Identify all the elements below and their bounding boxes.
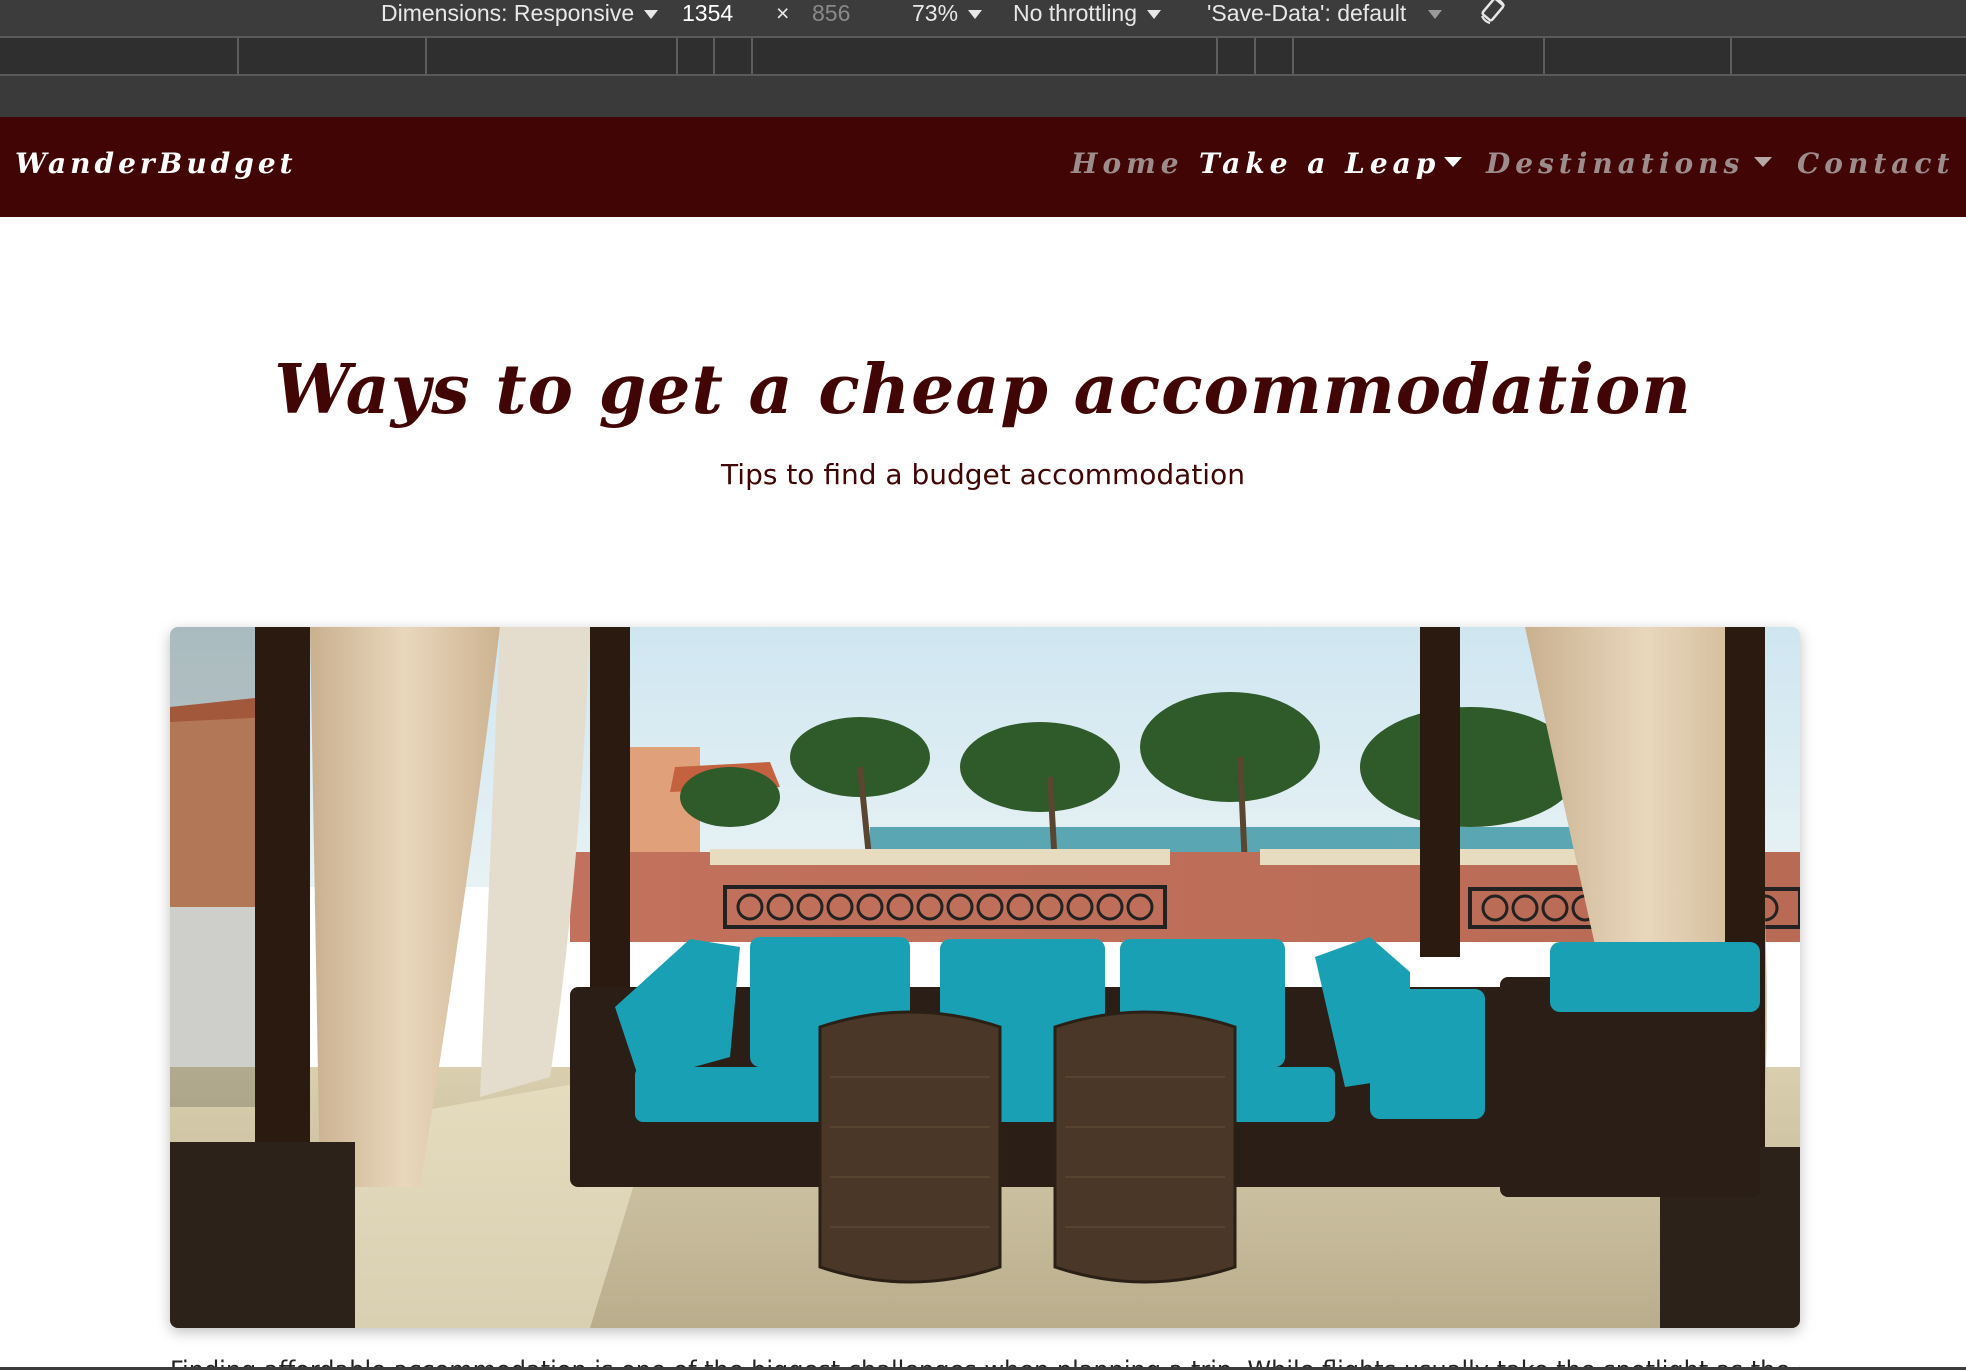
chevron-down-icon	[968, 10, 983, 20]
chevron-down-icon	[1428, 10, 1443, 20]
save-data-select[interactable]: 'Save-Data': default	[1207, 0, 1443, 26]
ruler-tick	[425, 38, 427, 74]
ruler-tick	[751, 38, 753, 74]
page-title: Ways to get a cheap accommodation	[274, 350, 1692, 430]
throttling-select[interactable]: No throttling	[1013, 0, 1162, 26]
width-input[interactable]: 1354	[682, 0, 733, 26]
ruler-tick	[1730, 38, 1732, 74]
ruler-tick	[713, 38, 715, 74]
page-subtitle: Tips to find a budget accommodation	[721, 458, 1245, 491]
terrace-photo	[170, 627, 1800, 1328]
nav-take-a-leap[interactable]: Take a Leap	[1199, 147, 1440, 180]
rotate-icon[interactable]	[1478, 0, 1508, 26]
ruler-tick	[1543, 38, 1545, 74]
nav-home[interactable]: Home	[1071, 147, 1184, 180]
ruler-tick	[1254, 38, 1256, 74]
brand-logo[interactable]: WanderBudget	[15, 147, 297, 180]
chevron-down-icon	[1147, 10, 1162, 20]
chevron-down-icon[interactable]	[1444, 157, 1462, 167]
save-data-label: 'Save-Data': default	[1207, 0, 1407, 26]
ruler-tick	[676, 38, 678, 74]
throttling-label: No throttling	[1013, 0, 1138, 26]
ruler-tick	[237, 38, 239, 74]
height-input[interactable]: 856	[812, 0, 850, 26]
devtools-spacer	[0, 76, 1966, 117]
times-symbol: ×	[776, 0, 790, 26]
hero-photo	[170, 627, 1800, 1328]
dimensions-select[interactable]: Dimensions: Responsive	[381, 0, 659, 26]
media-query-ruler[interactable]	[0, 36, 1966, 76]
dimensions-label: Dimensions: Responsive	[381, 0, 635, 26]
chevron-down-icon[interactable]	[1754, 157, 1772, 167]
nav-contact[interactable]: Contact	[1797, 147, 1954, 180]
zoom-select[interactable]: 73%	[912, 0, 983, 26]
nav-destinations[interactable]: Destinations	[1486, 147, 1744, 180]
ruler-tick	[1216, 38, 1218, 74]
ruler-tick	[1292, 38, 1294, 74]
site-navbar: WanderBudget Home Take a Leap Destinatio…	[0, 117, 1966, 217]
devtools-device-toolbar: Dimensions: Responsive 1354 × 856 73% No…	[0, 0, 1966, 117]
zoom-label: 73%	[912, 0, 959, 26]
chevron-down-icon	[644, 10, 659, 20]
device-toolbar-row: Dimensions: Responsive 1354 × 856 73% No…	[0, 0, 1966, 36]
